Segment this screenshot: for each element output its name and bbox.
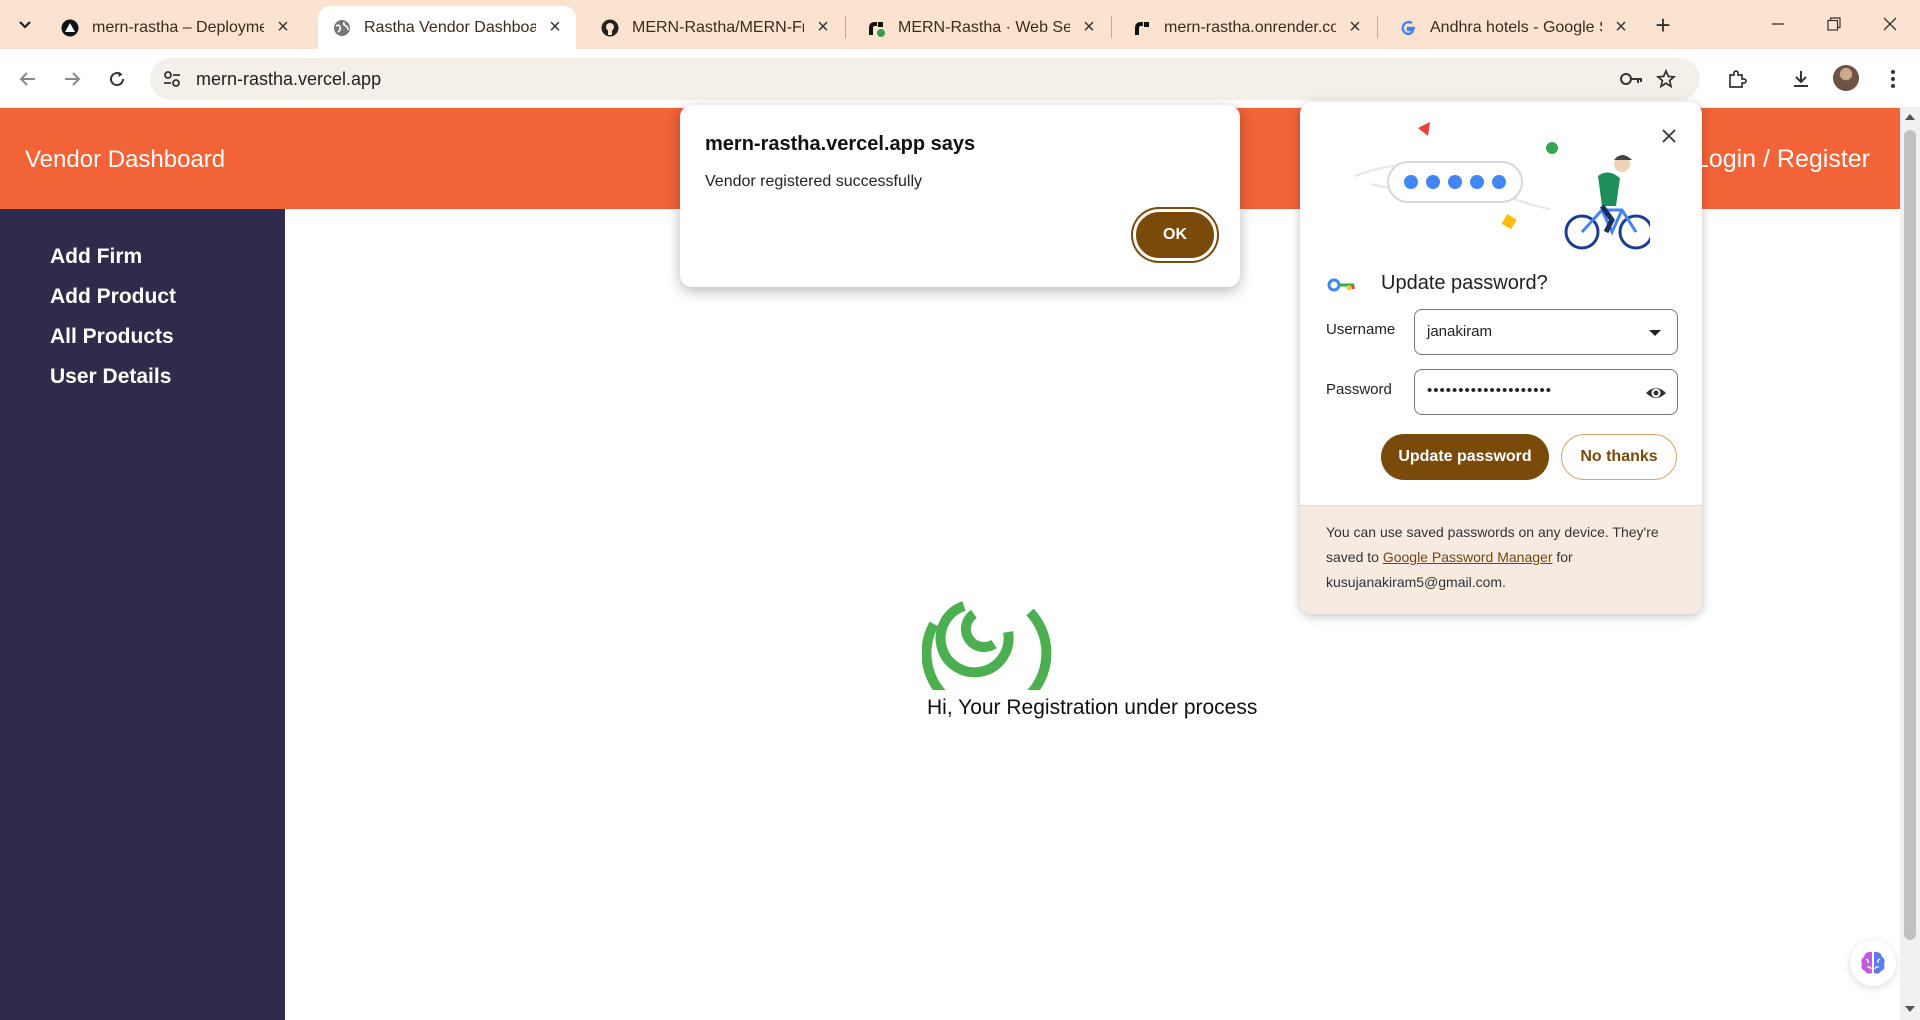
brain-icon [1861, 951, 1885, 974]
sidebar-item-add-firm[interactable]: Add Firm [50, 245, 142, 269]
minimize-icon [1772, 23, 1784, 25]
tab-title: Rastha Vendor Dashboard [364, 18, 536, 36]
username-value: janakiram [1427, 323, 1493, 340]
update-password-button[interactable]: Update password [1381, 434, 1549, 480]
reload-button[interactable] [101, 63, 133, 95]
github-icon [600, 18, 620, 38]
no-thanks-button[interactable]: No thanks [1561, 434, 1677, 480]
assistant-brain-button[interactable] [1850, 940, 1896, 986]
address-bar[interactable]: mern-rastha.vercel.app [150, 58, 1700, 100]
tab-divider [1111, 16, 1112, 38]
bookmark-star-icon[interactable] [1654, 69, 1678, 89]
registration-status-text: Hi, Your Registration under process [927, 696, 1258, 719]
new-tab-button[interactable]: + [1648, 10, 1678, 40]
close-window-button[interactable] [1862, 8, 1918, 40]
sidebar-item-add-product[interactable]: Add Product [50, 285, 176, 309]
close-icon [1662, 129, 1676, 143]
footer-text: You can use saved passwords on any devic… [1326, 520, 1686, 595]
password-manager-link[interactable]: Google Password Manager [1383, 549, 1553, 565]
close-bubble-button[interactable] [1655, 122, 1683, 150]
password-mask: •••••••••••••••••••• [1427, 382, 1553, 399]
tab-title: Andhra hotels - Google Se [1430, 18, 1602, 36]
password-field[interactable]: •••••••••••••••••••• [1414, 369, 1678, 415]
render-icon [866, 18, 886, 38]
browser-menu-button[interactable] [1878, 64, 1908, 94]
login-register-link[interactable]: Login / Register [1695, 145, 1870, 174]
vercel-icon [60, 18, 80, 38]
kebab-menu-icon [1891, 70, 1895, 88]
google-key-icon [1327, 278, 1355, 292]
eye-icon[interactable] [1645, 383, 1667, 403]
tab-onrender[interactable]: mern-rastha.onrender.com × [1118, 6, 1376, 49]
sidebar-item-all-products[interactable]: All Products [50, 325, 174, 349]
loading-spinner [922, 601, 1052, 690]
scrollbar-thumb[interactable] [1904, 130, 1916, 940]
arrow-left-icon [19, 72, 35, 86]
username-label: Username [1326, 321, 1396, 338]
restore-icon [1827, 17, 1841, 31]
alert-ok-button[interactable]: OK [1133, 209, 1217, 261]
close-icon[interactable]: × [272, 16, 294, 39]
back-button[interactable] [12, 63, 44, 95]
scroll-up-arrow-icon[interactable] [1905, 114, 1915, 120]
password-label: Password [1326, 381, 1392, 398]
page-scrollbar[interactable] [1900, 108, 1920, 1020]
tab-divider [1377, 16, 1378, 38]
tab-vercel[interactable]: mern-rastha – Deployment × [46, 6, 304, 49]
sidebar: Add Firm Add Product All Products User D… [0, 209, 285, 1020]
site-settings-icon[interactable] [162, 69, 182, 89]
globe-icon [332, 18, 352, 38]
puzzle-icon [1729, 70, 1747, 88]
google-icon [1398, 18, 1418, 38]
alert-title: mern-rastha.vercel.app says [705, 133, 976, 155]
close-icon [1883, 17, 1897, 31]
downloads-button[interactable] [1786, 64, 1816, 94]
profile-avatar[interactable] [1833, 65, 1859, 91]
bubble-footer: You can use saved passwords on any devic… [1300, 505, 1702, 614]
alert-message: Vendor registered successfully [705, 173, 922, 190]
url-text: mern-rastha.vercel.app [196, 69, 382, 89]
close-icon[interactable]: × [812, 16, 834, 39]
chevron-down-icon [19, 21, 31, 29]
reload-icon [110, 71, 125, 87]
tab-title: mern-rastha – Deployment [92, 18, 264, 36]
close-icon[interactable]: × [1078, 16, 1100, 39]
minimize-button[interactable] [1750, 8, 1806, 40]
close-icon[interactable]: × [1344, 16, 1366, 39]
tab-divider [845, 16, 846, 38]
close-icon[interactable]: × [1610, 16, 1632, 39]
tab-github[interactable]: MERN-Rastha/MERN-Front × [586, 6, 844, 49]
render-icon [1132, 18, 1152, 38]
username-dropdown[interactable]: janakiram [1414, 309, 1678, 355]
tab-title: mern-rastha.onrender.com [1164, 18, 1336, 36]
tab-google-search[interactable]: Andhra hotels - Google Se × [1384, 6, 1642, 49]
download-icon [1794, 71, 1808, 87]
tab-title: MERN-Rastha · Web Servic [898, 18, 1070, 36]
scroll-down-arrow-icon[interactable] [1905, 1006, 1915, 1012]
close-icon[interactable]: × [544, 16, 566, 39]
chevron-down-icon [1649, 330, 1661, 336]
forward-button[interactable] [56, 63, 88, 95]
browser-toolbar: mern-rastha.vercel.app [0, 49, 1920, 108]
password-illustration [1354, 122, 1650, 250]
arrow-right-icon [65, 72, 81, 86]
tab-strip: mern-rastha – Deployment × Rastha Vendor… [0, 0, 1920, 49]
extensions-button[interactable] [1722, 64, 1752, 94]
restore-button[interactable] [1806, 8, 1862, 40]
password-key-icon[interactable] [1620, 69, 1644, 89]
sidebar-item-user-details[interactable]: User Details [50, 365, 171, 389]
tab-render-service[interactable]: MERN-Rastha · Web Servic × [852, 6, 1110, 49]
tab-title: MERN-Rastha/MERN-Front [632, 18, 804, 36]
bubble-title: Update password? [1381, 272, 1548, 294]
js-alert-dialog: mern-rastha.vercel.app says Vendor regis… [680, 105, 1240, 287]
update-password-bubble: Update password? Username janakiram Pass… [1300, 102, 1702, 614]
tab-rastha-dashboard[interactable]: Rastha Vendor Dashboard × [318, 6, 576, 49]
brand-title: Vendor Dashboard [25, 146, 226, 173]
tab-search-button[interactable] [8, 8, 42, 42]
